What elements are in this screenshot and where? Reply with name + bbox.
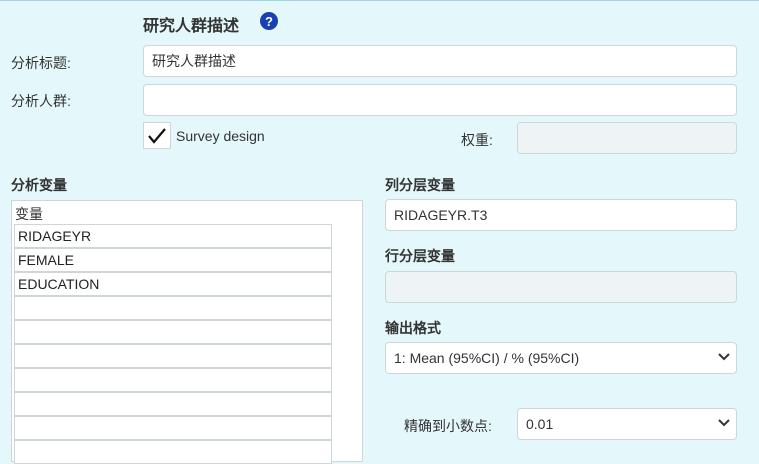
variable-row[interactable]: RIDAGEYR	[14, 224, 332, 248]
output-format-select[interactable]: 1: Mean (95%CI) / % (95%CI)	[385, 342, 737, 374]
variable-row[interactable]	[14, 416, 332, 440]
decimals-select[interactable]: 0.01	[517, 408, 737, 440]
variable-list-header: 变量	[15, 206, 43, 222]
variable-row[interactable]: FEMALE	[14, 248, 332, 272]
column-strata-input[interactable]: RIDAGEYR.T3	[385, 199, 737, 231]
help-icon[interactable]: ?	[260, 12, 278, 30]
page-title: 研究人群描述	[143, 18, 240, 35]
survey-design-label: Survey design	[176, 128, 265, 144]
analysis-variables-heading: 分析变量	[11, 177, 67, 193]
variable-row[interactable]	[14, 392, 332, 416]
variable-row[interactable]: EDUCATION	[14, 272, 332, 296]
analysis-population-label: 分析人群:	[11, 93, 71, 109]
analysis-population-input[interactable]	[143, 84, 737, 116]
variable-row[interactable]	[14, 320, 332, 344]
decimals-value: 0.01	[526, 416, 554, 432]
analysis-title-label: 分析标题:	[11, 55, 71, 71]
column-strata-heading: 列分层变量	[385, 177, 455, 193]
top-border	[0, 0, 759, 1]
output-format-value: 1: Mean (95%CI) / % (95%CI)	[394, 350, 580, 366]
variable-row[interactable]	[14, 344, 332, 368]
variable-row[interactable]	[14, 368, 332, 392]
variable-row[interactable]	[14, 296, 332, 320]
chevron-down-icon	[718, 352, 730, 364]
weight-input[interactable]	[517, 122, 737, 154]
output-format-heading: 输出格式	[385, 320, 441, 336]
weight-label: 权重:	[461, 132, 493, 148]
decimals-label: 精确到小数点:	[404, 418, 492, 434]
row-strata-heading: 行分层变量	[385, 248, 455, 264]
row-strata-input[interactable]	[385, 271, 737, 303]
variable-row[interactable]	[14, 440, 332, 464]
survey-design-checkbox[interactable]	[143, 122, 171, 149]
chevron-down-icon	[718, 418, 730, 430]
checkmark-icon	[148, 127, 166, 144]
analysis-title-input[interactable]: 研究人群描述	[143, 45, 737, 77]
variable-list-panel[interactable]: 变量 RIDAGEYR FEMALE EDUCATION	[11, 200, 363, 464]
